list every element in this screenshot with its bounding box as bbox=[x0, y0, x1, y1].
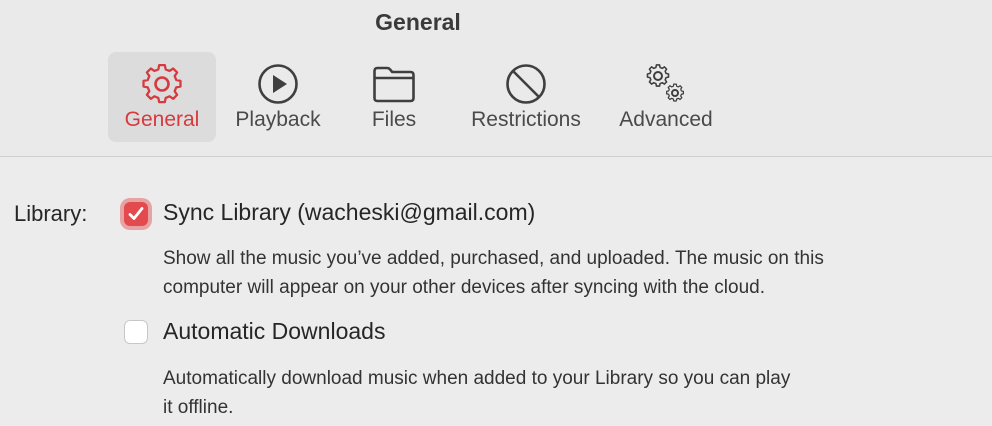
checkmark-icon bbox=[128, 207, 144, 220]
gear-icon bbox=[140, 62, 184, 106]
gears-icon bbox=[644, 62, 688, 106]
tab-general[interactable]: General bbox=[108, 52, 216, 142]
automatic-downloads-checkbox[interactable] bbox=[124, 320, 148, 344]
tab-files-label: Files bbox=[371, 108, 417, 131]
tab-playback[interactable]: Playback bbox=[224, 52, 332, 142]
tab-restrictions-label: Restrictions bbox=[471, 108, 581, 131]
tab-playback-label: Playback bbox=[235, 108, 321, 131]
sync-library-description-line-2: computer will appear on your other devic… bbox=[163, 277, 765, 298]
play-circle-icon bbox=[256, 62, 300, 106]
tab-files[interactable]: Files bbox=[340, 52, 448, 142]
sync-library-checkbox[interactable] bbox=[124, 202, 148, 226]
sync-library-title: Sync Library (wacheski@gmail.com) bbox=[163, 199, 536, 225]
automatic-downloads-description-line-1: Automatically download music when added … bbox=[163, 368, 791, 389]
preferences-toolbar: General General Playback Files Restricti… bbox=[0, 0, 992, 157]
tab-advanced[interactable]: Advanced bbox=[610, 52, 722, 142]
preferences-tabs: General Playback Files Restrictions Adva… bbox=[0, 52, 992, 142]
sync-library-description-line-1: Show all the music you’ve added, purchas… bbox=[163, 248, 824, 269]
general-settings-panel: Library: Sync Library (wacheski@gmail.co… bbox=[0, 157, 992, 426]
automatic-downloads-title: Automatic Downloads bbox=[163, 318, 386, 344]
window-title: General bbox=[375, 9, 461, 35]
folder-icon bbox=[372, 62, 416, 106]
automatic-downloads-description: Automatically download music when added … bbox=[163, 364, 988, 422]
tab-advanced-label: Advanced bbox=[619, 108, 713, 131]
automatic-downloads-description-line-2: it offline. bbox=[163, 397, 234, 418]
sync-library-description: Show all the music you’ve added, purchas… bbox=[163, 244, 988, 302]
library-label: Library: bbox=[14, 201, 88, 226]
tab-restrictions[interactable]: Restrictions bbox=[460, 52, 592, 142]
tab-general-label: General bbox=[124, 108, 200, 131]
prohibited-icon bbox=[504, 62, 548, 106]
